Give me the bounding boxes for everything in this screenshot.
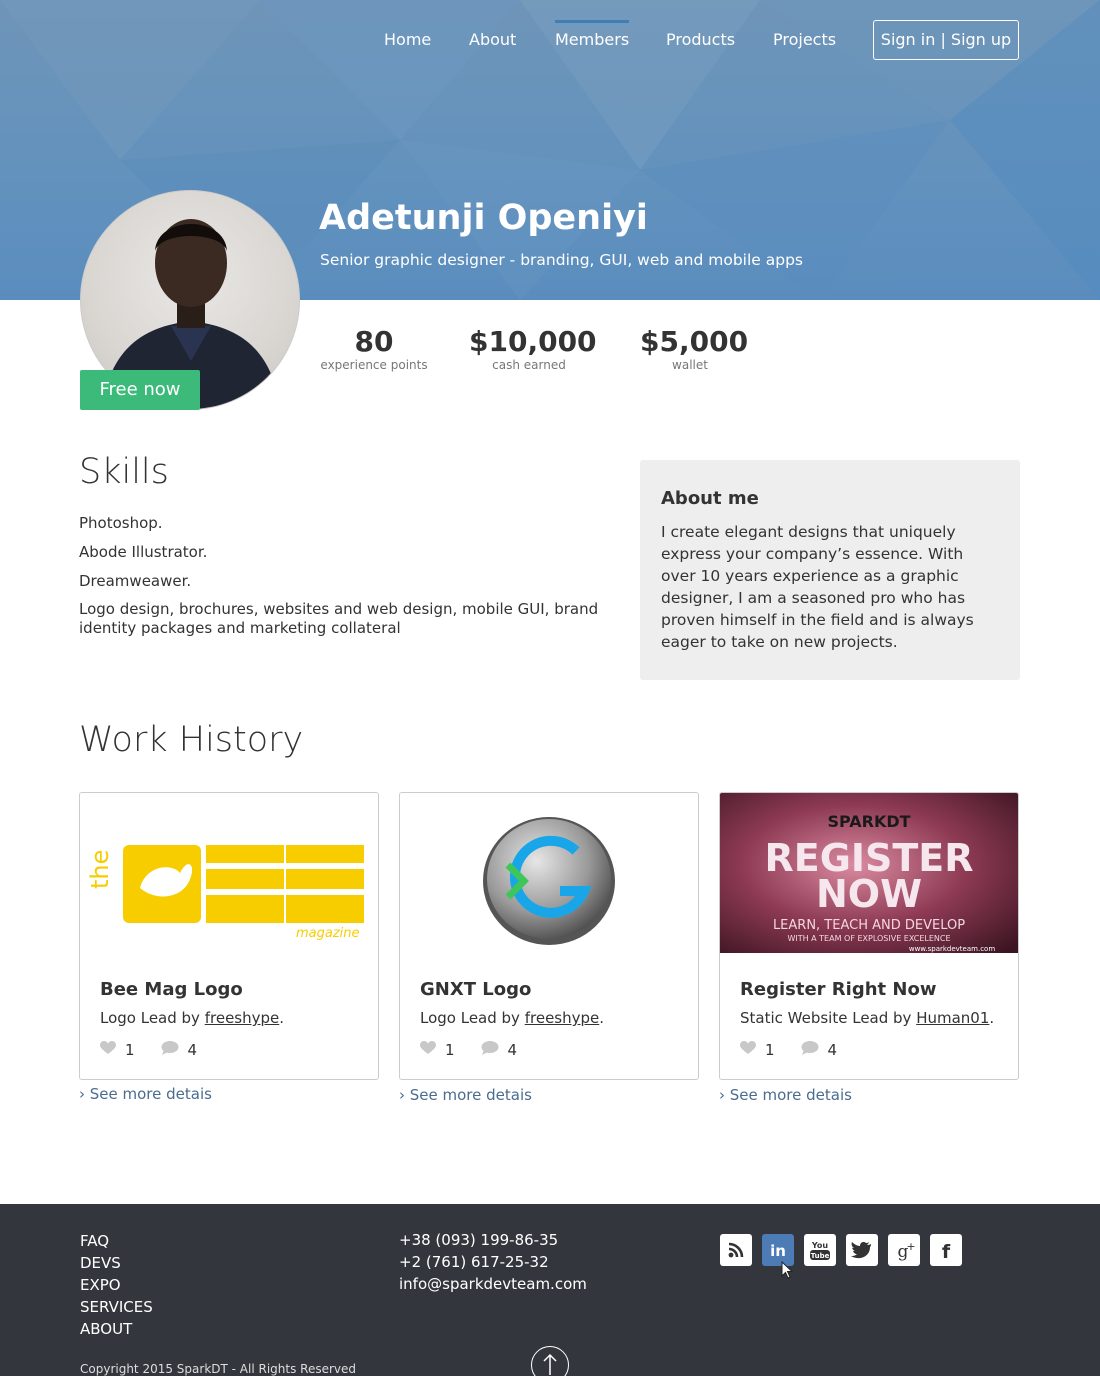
scroll-top-button[interactable] [531,1346,569,1376]
see-more-link[interactable]: › See more detais [399,1086,532,1104]
nav-projects[interactable]: Projects [773,30,836,49]
stat-value: 80 [354,325,394,358]
rss-icon[interactable] [720,1234,752,1266]
stat-cash-earned: $10,000 cash earned [469,325,597,373]
about-text: I create elegant designs that uniquely e… [661,523,974,651]
nav-members[interactable]: Members [555,20,630,49]
see-more-link[interactable]: › See more detais [79,1085,212,1103]
lead-user-link[interactable]: freeshype [525,1009,600,1027]
comments-count: 4 [187,1041,198,1059]
see-more-link[interactable]: › See more detais [719,1086,852,1104]
svg-text:+: + [906,1240,915,1253]
comment-icon[interactable] [801,1041,819,1059]
lead-user-link[interactable]: freeshype [205,1009,280,1027]
work-card[interactable]: the magazine Bee Mag Logo Logo Lead by f… [79,792,379,1080]
gnxt-thumbnail [400,793,698,953]
skill-item: Abode Illustrator. [79,543,208,561]
signin-signup-button[interactable]: Sign in | Sign up [873,20,1019,60]
work-history-title: Work History [79,720,304,760]
stat-experience: 80 experience points [320,325,428,373]
svg-text:Tube: Tube [811,1252,830,1260]
skills-title: Skills [79,452,169,492]
footer-phone-1: +38 (093) 199-86-35 [399,1231,559,1249]
footer-email-link[interactable]: info@sparkdevteam.com [399,1273,587,1295]
thumb-tagline: LEARN, TEACH AND DEVELOP [773,918,965,933]
bee-mag-thumbnail: the magazine [80,793,378,953]
footer-phone-2: +2 (761) 617-25-32 [399,1253,549,1271]
card-lead: Logo Lead by freeshype. [420,1009,605,1027]
svg-text:f: f [942,1241,951,1263]
work-card[interactable]: SPARKDT REGISTER NOW LEARN, TEACH AND DE… [719,792,1019,1080]
likes-count: 1 [765,1041,775,1059]
youtube-icon[interactable]: You Tube [804,1234,836,1266]
work-card[interactable]: GNXT Logo Logo Lead by freeshype. 1 4 [399,792,699,1080]
stat-label: cash earned [492,358,566,372]
about-title: About me [661,488,759,509]
card-title: GNXT Logo [420,979,532,1000]
thumb-brand: SPARKDT [827,812,910,831]
footer-link-about[interactable]: ABOUT [80,1318,132,1340]
twitter-icon[interactable] [846,1234,878,1266]
svg-text:You: You [811,1241,829,1250]
likes-count: 1 [125,1041,135,1059]
mouse-cursor-icon [781,1261,793,1279]
nav-products[interactable]: Products [666,30,735,49]
nav-home[interactable]: Home [384,30,431,49]
register-now-thumbnail: SPARKDT REGISTER NOW LEARN, TEACH AND DE… [720,793,1018,953]
comment-icon[interactable] [481,1041,499,1059]
stat-label: wallet [672,358,708,372]
footer-link-faq[interactable]: FAQ [80,1230,109,1252]
copyright: Copyright 2015 SparkDT - All Rights Rese… [80,1362,357,1376]
heart-icon[interactable] [100,1041,116,1059]
status-badge: Free now [80,370,200,410]
likes-count: 1 [445,1041,455,1059]
facebook-icon[interactable]: f [930,1234,962,1266]
arrow-up-icon [543,1353,557,1375]
thumb-word: the [86,850,114,889]
skill-item: Dreamweawer. [79,572,192,590]
nav-about[interactable]: About [469,30,516,49]
stat-value: $10,000 [469,325,597,358]
card-stats: 1 4 [740,1041,863,1059]
thumb-tag2: WITH A TEAM OF EXPLOSIVE EXCELENCE [787,934,950,943]
card-stats: 1 4 [100,1041,223,1059]
thumb-url: www.sparkdevteam.com [909,945,995,953]
comments-count: 4 [827,1041,838,1059]
thumb-line2: NOW [816,872,922,916]
svg-text:in: in [770,1242,786,1260]
card-title: Register Right Now [740,979,937,1000]
stat-wallet: $5,000 wallet [640,325,749,373]
skill-item: Photoshop. [79,514,163,532]
footer-link-devs[interactable]: DEVS [80,1252,121,1274]
profile-name: Adetunji Openiyi [319,198,648,238]
heart-icon[interactable] [740,1041,756,1059]
main-nav: Home About Members Products Projects Sig… [0,0,1100,80]
thumb-sub: magazine [296,926,360,941]
card-title: Bee Mag Logo [100,979,243,1000]
lead-user-link[interactable]: Human01 [916,1009,989,1027]
card-lead: Logo Lead by freeshype. [100,1009,285,1027]
stat-value: $5,000 [640,325,749,358]
profile-role: Senior graphic designer - branding, GUI,… [320,251,803,269]
about-me-panel: About me I create elegant designs that u… [640,460,1020,680]
card-stats: 1 4 [420,1041,543,1059]
stat-label: experience points [320,358,428,372]
comment-icon[interactable] [161,1041,179,1059]
footer-link-services[interactable]: SERVICES [80,1296,153,1318]
skill-item: Logo design, brochures, websites and web… [79,600,599,637]
card-lead: Static Website Lead by Human01. [740,1009,995,1027]
footer-link-expo[interactable]: EXPO [80,1274,121,1296]
google-plus-icon[interactable]: g + [888,1234,920,1266]
heart-icon[interactable] [420,1041,436,1059]
comments-count: 4 [507,1041,518,1059]
